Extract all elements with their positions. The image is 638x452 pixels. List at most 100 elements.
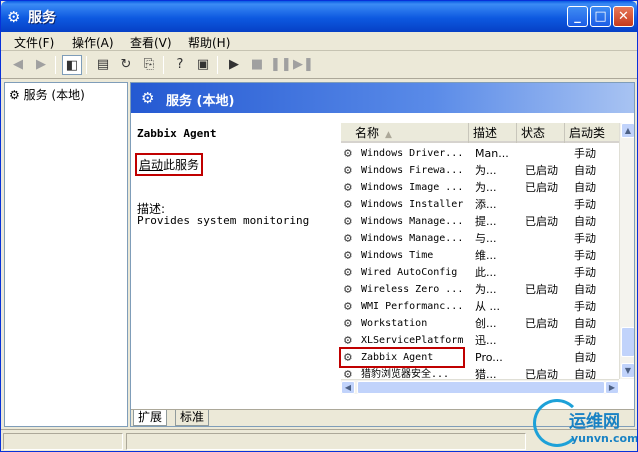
table-row[interactable]: ⚙ Wired AutoConfig 此... 手动 [341,264,616,281]
row-name-cell: ⚙ Workstation [341,315,469,332]
table-row[interactable]: ⚙ WMI Performanc... 从 ... 手动 [341,298,616,315]
table-row-selected[interactable]: ⚙ Zabbix Agent Pro... 自动 [339,347,616,368]
menu-view[interactable]: 查看(V) [130,34,172,51]
refresh-icon[interactable]: ↻ [116,55,136,75]
service-description: 此... [475,266,497,279]
service-name: WMI Performanc... [361,301,464,312]
service-gear-icon: ⚙ [344,316,352,331]
table-row[interactable]: ⚙ Wireless Zero ... 为... 已启动 自动 [341,281,616,298]
service-description: 为... [475,181,497,194]
service-name: Workstation [361,318,428,329]
scroll-up-button[interactable]: ▲ [621,123,634,138]
service-description: 维... [475,249,497,262]
description-text: Provides system monitoring [137,214,310,227]
row-name-cell: ⚙ Windows Driver... [341,145,469,162]
stop-icon[interactable]: ■ [247,55,267,75]
service-status: 已启动 [525,215,558,228]
service-startup-type: 自动 [574,164,596,177]
back-arrow-icon[interactable]: ◀ [8,55,28,75]
service-startup-type: 自动 [574,317,596,330]
service-description: 从 ... [475,300,500,313]
tab-standard[interactable]: 标准 [175,410,210,426]
toolbar-separator [86,56,87,74]
pause-icon[interactable]: ❚❚ [270,55,292,75]
service-status: 已启动 [525,317,558,330]
service-name: Windows Manage... [361,216,464,227]
service-status: 已启动 [525,164,558,177]
service-gear-icon: ⚙ [344,163,352,178]
console-icon[interactable]: ▣ [193,55,213,75]
service-description: Pro... [475,351,503,364]
menu-file[interactable]: 文件(F) [14,34,54,51]
row-name-cell: ⚙ Zabbix Agent [341,349,469,366]
service-gear-icon: ⚙ [344,231,352,246]
service-gear-icon: ⚙ [344,146,352,161]
horizontal-scroll-thumb[interactable] [357,381,605,394]
start-service-link[interactable]: 启动此服务 [135,153,204,176]
horizontal-scrollbar[interactable]: ◀ ▶ [341,379,619,394]
service-description: 与... [475,232,497,245]
service-gear-icon: ⚙ [344,214,352,229]
row-name-cell: ⚙ Wireless Zero ... [341,281,469,298]
table-row[interactable]: ⚙ Windows Image ... 为... 已启动 自动 [341,179,616,196]
services-window: ⚙ 服务 _ □ ✕ 文件(F) 操作(A) 查看(V) 帮助(H) ◀ ▶ ◧… [0,0,638,452]
service-name: Windows Time [361,250,434,261]
row-name-cell: ⚙ Windows Firewa... [341,162,469,179]
scroll-left-button[interactable]: ◀ [341,381,355,394]
title-bar[interactable]: ⚙ 服务 _ □ ✕ [1,1,637,32]
show-hide-tree-icon[interactable]: ◧ [62,55,82,75]
properties-icon[interactable]: ▤ [93,55,113,75]
table-row[interactable]: ⚙ Windows Manage... 与... 手动 [341,230,616,247]
table-row[interactable]: ⚙ Windows Time 维... 手动 [341,247,616,264]
scroll-down-button[interactable]: ▼ [621,363,634,378]
maximize-button[interactable]: □ [590,6,611,27]
watermark-logo: 运维网 yunvn.com [533,399,637,451]
service-gear-icon: ⚙ [344,180,352,195]
minimize-button[interactable]: _ [567,6,588,27]
table-row[interactable]: ⚙ Windows Manage... 提... 已启动 自动 [341,213,616,230]
column-header-status[interactable]: 状态 [517,123,565,143]
service-description: 提... [475,215,497,228]
service-gear-icon: ⚙ [344,299,352,314]
start-link-suffix[interactable]: 此服务 [163,158,199,172]
service-name: Wireless Zero ... [361,284,464,295]
start-link-text[interactable]: 启动 [139,158,163,172]
service-name: Windows Manage... [361,233,464,244]
tree-item-services-local[interactable]: ⚙ 服务 (本地) [9,86,85,103]
table-row[interactable]: ⚙ Windows Installer 添... 手动 [341,196,616,213]
detail-pane: ⚙ 服务 (本地) Zabbix Agent 启动此服务 描述: Provide… [130,82,635,427]
service-startup-type: 手动 [574,198,596,211]
list-header: 名称 ▲ 描述 状态 启动类 [341,123,624,143]
menu-action[interactable]: 操作(A) [72,34,114,51]
service-status: 已启动 [525,181,558,194]
table-row[interactable]: ⚙ Windows Driver... Man... 手动 [341,145,616,162]
status-pane [126,433,526,450]
table-row[interactable]: ⚙ Workstation 创... 已启动 自动 [341,315,616,332]
restart-icon[interactable]: ▶❚ [293,55,314,75]
service-status: 已启动 [525,283,558,296]
toolbar-separator [163,56,164,74]
export-list-icon[interactable]: ⎘ [139,55,159,75]
extended-description-panel: Zabbix Agent 启动此服务 描述: Provides system m… [131,113,336,409]
service-startup-type: 手动 [574,147,596,160]
scroll-right-button[interactable]: ▶ [605,381,619,394]
start-icon[interactable]: ▶ [224,55,244,75]
column-header-startup-type[interactable]: 启动类 [565,123,624,143]
help-icon[interactable]: ? [170,55,190,75]
services-gear-icon: ⚙ [7,8,21,26]
service-startup-type: 手动 [574,300,596,313]
menu-help[interactable]: 帮助(H) [188,34,230,51]
vertical-scrollbar[interactable]: ▲ ▼ [619,123,634,379]
close-button[interactable]: ✕ [613,6,634,27]
service-startup-type: 自动 [574,215,596,228]
service-startup-type: 自动 [574,181,596,194]
menu-bar: 文件(F) 操作(A) 查看(V) 帮助(H) [1,32,637,51]
vertical-scroll-thumb[interactable] [621,327,634,357]
service-name: Windows Driver... [361,148,464,159]
table-row[interactable]: ⚙ Windows Firewa... 为... 已启动 自动 [341,162,616,179]
tab-extended[interactable]: 扩展 [133,410,168,426]
column-header-name[interactable]: 名称 ▲ [341,123,469,143]
service-startup-type: 自动 [574,351,596,364]
column-header-description[interactable]: 描述 [469,123,517,143]
forward-arrow-icon[interactable]: ▶ [31,55,51,75]
